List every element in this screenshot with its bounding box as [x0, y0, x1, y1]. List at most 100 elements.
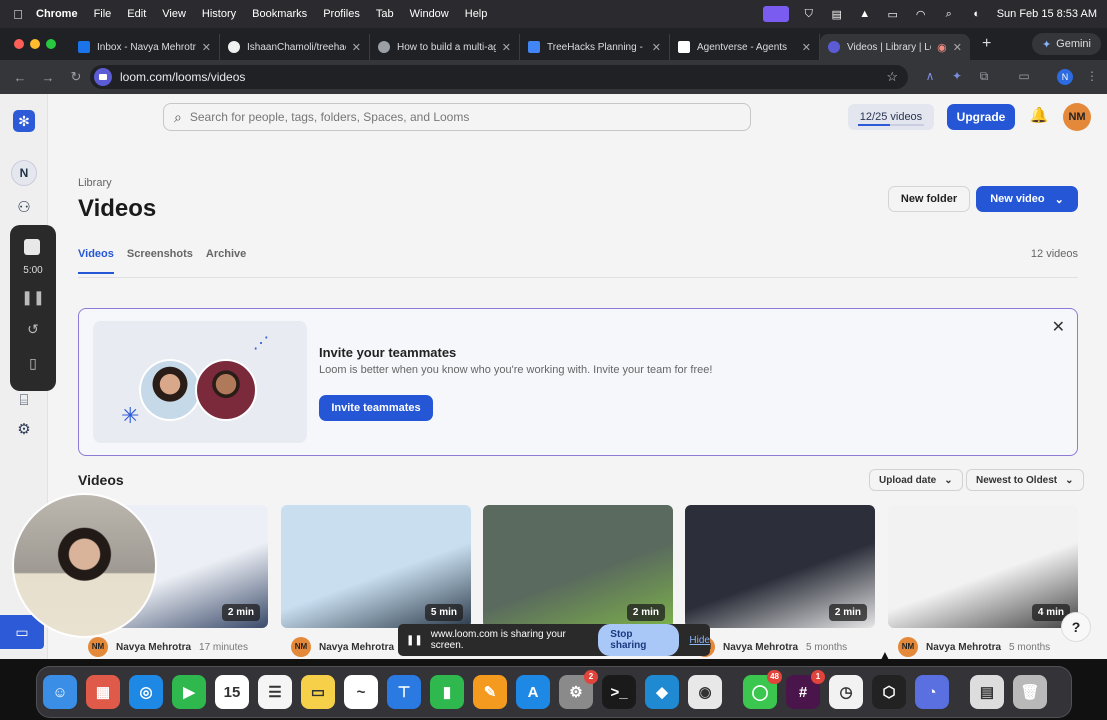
user-avatar[interactable]: NM	[1063, 103, 1091, 131]
trash-icon[interactable]: ▯	[10, 355, 56, 372]
back-icon[interactable]: ←	[12, 70, 28, 85]
zoom-window-button[interactable]	[46, 39, 56, 49]
safari-icon[interactable]: ◎	[129, 675, 163, 709]
graduation-cap-icon[interactable]: ▲	[857, 7, 873, 21]
url-text[interactable]: loom.com/looms/videos	[120, 70, 245, 84]
menu-tab[interactable]: Tab	[376, 8, 394, 20]
help-button[interactable]: ?	[1061, 612, 1091, 642]
messages-icon[interactable]: ◯ 48	[743, 670, 782, 709]
app-store-icon[interactable]: A	[516, 675, 550, 709]
keynote-icon[interactable]: ⊤	[387, 675, 421, 709]
menu-app-name[interactable]: Chrome	[36, 8, 78, 20]
browser-tab-docs[interactable]: TreeHacks Planning - G ✕	[520, 34, 670, 60]
gift-icon[interactable]: ⌸	[14, 392, 34, 412]
video-thumbnail[interactable]: 5 min	[281, 505, 471, 628]
reload-icon[interactable]: ↻	[68, 69, 84, 85]
shield-icon[interactable]: ⛉	[801, 7, 817, 21]
freeform-icon[interactable]: ~	[344, 675, 378, 709]
upgrade-button[interactable]: Upgrade	[947, 104, 1015, 130]
finder-icon[interactable]: ☺	[43, 675, 77, 709]
tab-search-icon[interactable]: ▭	[1016, 69, 1032, 85]
search-icon[interactable]: ⌕	[941, 7, 957, 21]
close-tab-icon[interactable]: ✕	[953, 41, 962, 54]
screen-record-icon[interactable]	[762, 6, 789, 22]
menu-clock[interactable]: Sun Feb 15 8:53 AM	[997, 8, 1097, 20]
keyboard-icon[interactable]: ▤	[829, 7, 845, 21]
browser-tab-article[interactable]: How to build a multi-ag ✕	[370, 34, 520, 60]
video-thumbnail[interactable]: 2 min	[483, 505, 673, 628]
video-card[interactable]: 2 min NMNavya Mehrotra5 months	[685, 505, 875, 659]
search-bar[interactable]: ⌕ Search for people, tags, folders, Spac…	[163, 103, 751, 131]
menu-profiles[interactable]: Profiles	[323, 8, 360, 20]
stop-recording-button[interactable]	[24, 239, 40, 255]
restart-icon[interactable]: ↺	[10, 321, 56, 338]
calendar-icon[interactable]: 15	[215, 675, 249, 709]
menu-file[interactable]: File	[94, 8, 112, 20]
video-thumbnail[interactable]: 4 min	[888, 505, 1078, 628]
menu-help[interactable]: Help	[465, 8, 488, 20]
sort-field-dropdown[interactable]: Upload date ⌄	[869, 469, 963, 491]
extension-icon[interactable]: ∧	[922, 69, 938, 85]
pages-icon[interactable]: ✎	[473, 675, 507, 709]
extensions-puzzle-icon[interactable]: ⧉	[976, 69, 992, 85]
notes-icon[interactable]: ▭	[301, 675, 335, 709]
close-window-button[interactable]	[14, 39, 24, 49]
webcam-bubble[interactable]	[12, 493, 157, 638]
profile-avatar[interactable]: N	[1057, 69, 1073, 85]
forward-icon[interactable]: →	[40, 70, 56, 85]
browser-tab-agentverse[interactable]: Agentverse - Agents ✕	[670, 34, 820, 60]
control-center-icon[interactable]: ◐	[969, 7, 985, 21]
facetime-icon[interactable]: ▶	[172, 675, 206, 709]
tab-videos[interactable]: Videos	[78, 248, 114, 274]
hide-share-bar-link[interactable]: Hide	[689, 635, 710, 646]
tab-archive[interactable]: Archive	[206, 248, 246, 260]
breadcrumb[interactable]: Library	[78, 177, 112, 189]
close-tab-icon[interactable]: ✕	[352, 41, 361, 54]
menu-edit[interactable]: Edit	[127, 8, 146, 20]
wifi-icon[interactable]: ◠	[913, 7, 929, 21]
system-settings-icon[interactable]: ⚙ 2	[559, 670, 598, 709]
cube-app-icon[interactable]: ⬡	[872, 675, 906, 709]
menu-bookmarks[interactable]: Bookmarks	[252, 8, 307, 20]
loom-logo-icon[interactable]: ✻	[13, 110, 35, 132]
browser-tab-github[interactable]: IshaanChamoli/treehac ✕	[220, 34, 370, 60]
close-tab-icon[interactable]: ✕	[502, 41, 511, 54]
battery-icon[interactable]: ▭	[885, 7, 901, 21]
close-tab-icon[interactable]: ✕	[652, 41, 661, 54]
site-info-icon[interactable]	[94, 68, 112, 86]
new-folder-button[interactable]: New folder	[888, 186, 970, 212]
search-placeholder[interactable]: Search for people, tags, folders, Spaces…	[190, 110, 470, 124]
video-card[interactable]: 4 min NM Navya Mehrotra 5 months	[888, 505, 1078, 659]
address-bar[interactable]: loom.com/looms/videos ☆	[90, 65, 908, 89]
assistant-app-icon[interactable]: ◔	[915, 675, 949, 709]
slack-icon[interactable]: #1	[786, 670, 825, 709]
settings-gear-icon[interactable]: ⚙	[14, 420, 34, 440]
new-tab-icon[interactable]: +	[982, 35, 991, 53]
close-tab-icon[interactable]: ✕	[802, 41, 811, 54]
menu-view[interactable]: View	[162, 8, 186, 20]
launchpad-icon[interactable]: ▦	[86, 675, 120, 709]
chrome-menu-icon[interactable]: ⋮	[1084, 69, 1100, 85]
add-user-icon[interactable]: ⚇	[14, 198, 34, 218]
invite-teammates-button[interactable]: Invite teammates	[319, 395, 433, 421]
menu-history[interactable]: History	[202, 8, 236, 20]
close-tab-icon[interactable]: ✕	[202, 41, 211, 54]
close-icon[interactable]: ✕	[1052, 317, 1065, 337]
apple-icon[interactable]: 	[0, 7, 36, 22]
documents-icon[interactable]: ▤	[970, 675, 1004, 709]
stop-sharing-button[interactable]: Stop sharing	[598, 624, 680, 656]
pause-icon[interactable]: ❚❚	[10, 289, 56, 306]
browser-tab-gmail[interactable]: Inbox - Navya Mehrotra ✕	[70, 34, 220, 60]
numbers-icon[interactable]: ▮	[430, 675, 464, 709]
video-quota-indicator[interactable]: 12/25 videos	[848, 104, 934, 130]
new-video-button[interactable]: New video ⌄	[976, 186, 1078, 212]
sort-order-dropdown[interactable]: Newest to Oldest ⌄	[966, 469, 1084, 491]
reminders-icon[interactable]: ☰	[258, 675, 292, 709]
notifications-bell-icon[interactable]: 🔔	[1029, 106, 1049, 126]
ai-extension-icon[interactable]: ✦	[949, 69, 965, 85]
vscode-icon[interactable]: ◆	[645, 675, 679, 709]
chrome-icon[interactable]: ◉	[688, 675, 722, 709]
browser-tab-loom[interactable]: Videos | Library | Lo ◉ ✕	[820, 34, 970, 60]
menu-window[interactable]: Window	[410, 8, 449, 20]
video-thumbnail[interactable]: 2 min	[685, 505, 875, 628]
